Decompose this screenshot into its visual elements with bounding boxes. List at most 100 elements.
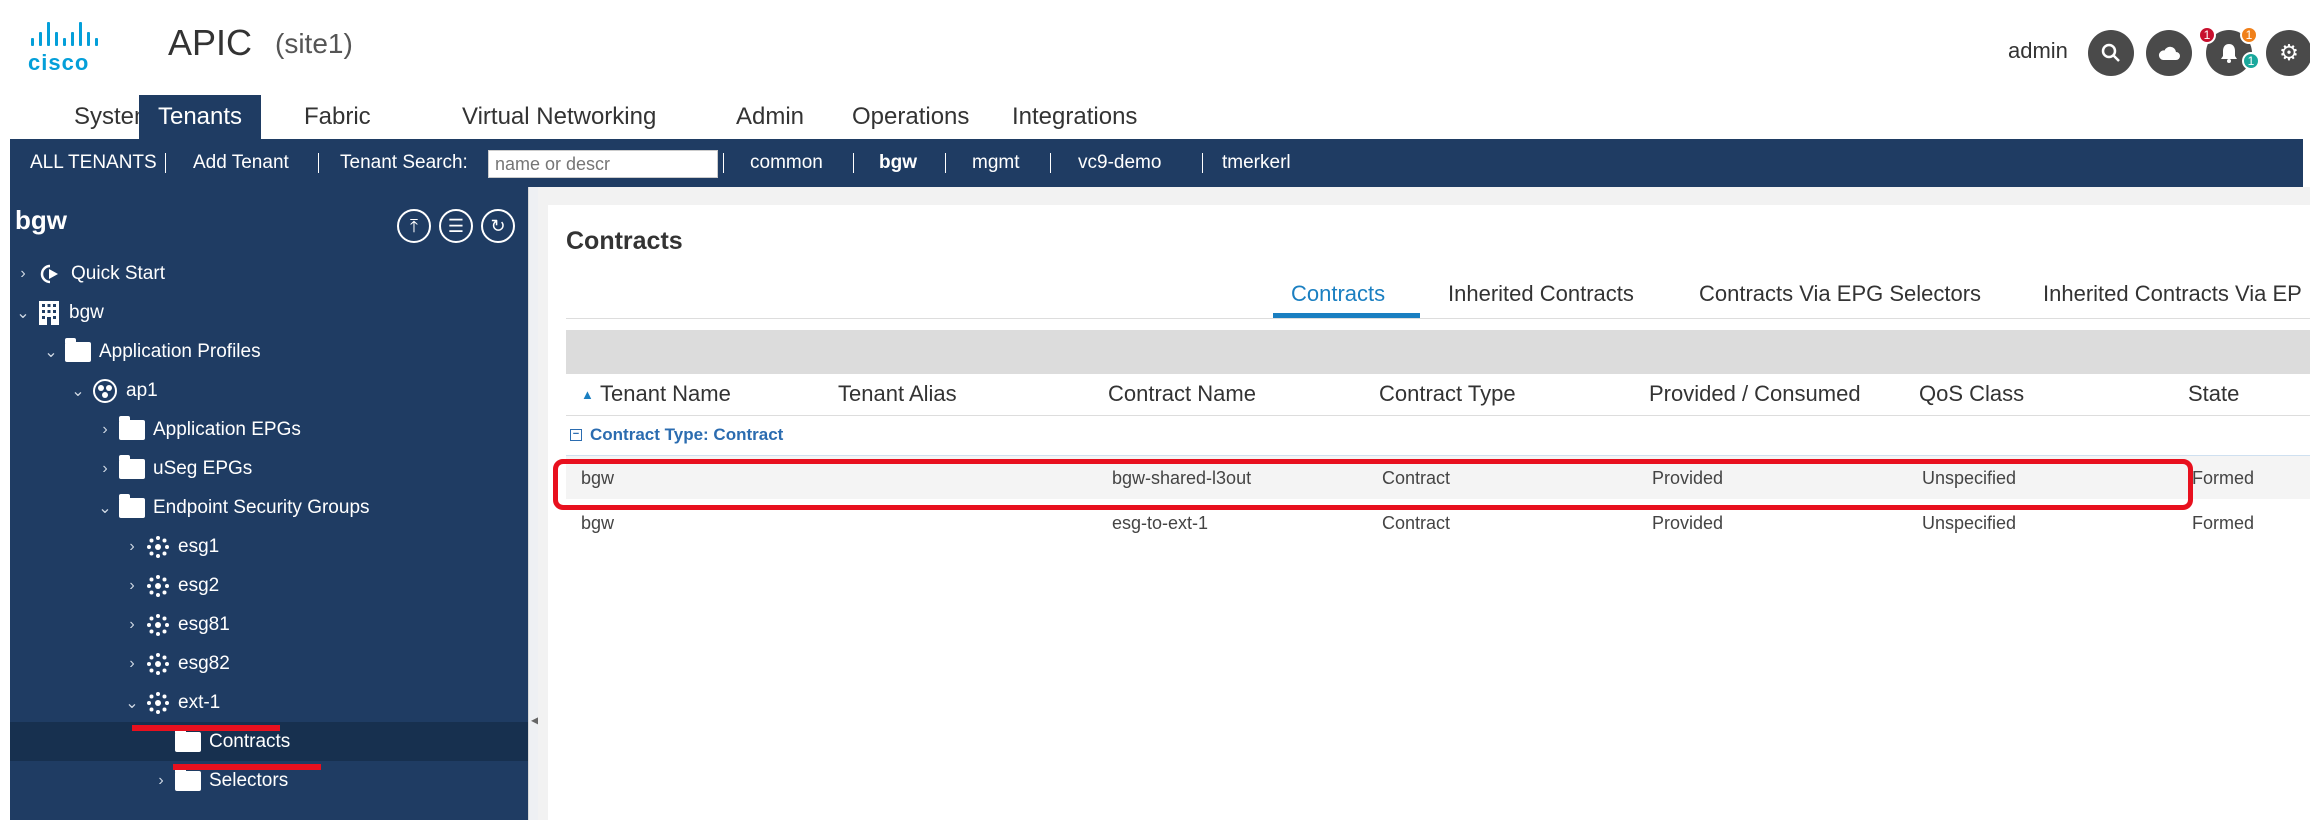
site-name: (site1) (275, 28, 353, 59)
cloud-button[interactable] (2146, 30, 2192, 76)
subnav-divider (1202, 153, 1203, 173)
chevron-down-icon[interactable]: ⌄ (15, 303, 31, 323)
apic-window: cisco APIC (site1) admin 1 1 1 ⚙ System … (0, 0, 2310, 820)
tenant-link-common[interactable]: common (750, 139, 823, 187)
tree-item-esg82[interactable]: › esg82 (10, 644, 528, 683)
tab-contracts-via-epg-selectors[interactable]: Contracts Via EPG Selectors (1699, 281, 1981, 307)
column-header-tenant-alias[interactable]: Tenant Alias (838, 381, 957, 407)
tree-item-esg81[interactable]: › esg81 (10, 605, 528, 644)
warning-count-badge: 1 (2240, 26, 2258, 44)
column-header-provided-consumed[interactable]: Provided / Consumed (1649, 381, 1861, 407)
cell-state: Formed (2192, 468, 2255, 488)
tree-item-ext-1[interactable]: ⌄ ext-1 (10, 683, 528, 722)
sidebar-action-button[interactable]: ☰ (439, 209, 473, 243)
collapse-group-icon[interactable]: − (570, 429, 582, 441)
cisco-logo-text: cisco (28, 50, 90, 75)
info-count-badge: 1 (2242, 52, 2260, 70)
tab-operations[interactable]: Operations (834, 95, 987, 139)
column-header-qos-class[interactable]: QoS Class (1919, 381, 2024, 407)
tab-inherited-contracts-via-epg[interactable]: Inherited Contracts Via EP (2043, 281, 2302, 307)
esg-icon (146, 574, 170, 598)
tabs-divider (566, 318, 2310, 319)
chevron-right-icon[interactable]: › (124, 616, 140, 634)
cloud-icon (2158, 46, 2180, 60)
tenant-link-vc9-demo[interactable]: vc9-demo (1078, 139, 1161, 187)
tenant-subnav: ALL TENANTS Add Tenant Tenant Search: co… (10, 139, 2303, 187)
tab-contracts[interactable]: Contracts (1291, 281, 1385, 307)
main-nav: System Tenants Fabric Virtual Networking… (0, 95, 2310, 139)
folder-icon (119, 454, 145, 479)
tree-item-label: esg82 (178, 652, 230, 674)
tree-item-useg-epgs[interactable]: › uSeg EPGs (10, 449, 528, 488)
sidebar-action-button[interactable]: ↻ (481, 209, 515, 243)
chevron-right-icon[interactable]: › (97, 460, 113, 478)
tree-item-quick-start[interactable]: › Quick Start (10, 254, 528, 293)
tab-integrations[interactable]: Integrations (994, 95, 1155, 139)
tree-item-esg2[interactable]: › esg2 (10, 566, 528, 605)
tree-item-label: esg2 (178, 574, 220, 596)
column-header-tenant-name[interactable]: Tenant Name (600, 381, 731, 407)
tenant-link-bgw[interactable]: bgw (879, 139, 917, 187)
tab-virtual-networking[interactable]: Virtual Networking (444, 95, 674, 139)
annotation-highlight-box (553, 459, 2193, 510)
page-title: Contracts (566, 227, 683, 255)
column-header-contract-name[interactable]: Contract Name (1108, 381, 1256, 407)
tree-item-label: Endpoint Security Groups (153, 496, 370, 518)
tenant-link-tmerkerl[interactable]: tmerkerl (1222, 139, 1291, 187)
tree-item-application-epgs[interactable]: › Application EPGs (10, 410, 528, 449)
chevron-down-icon[interactable]: ⌄ (43, 342, 59, 362)
tree-item-endpoint-security-groups[interactable]: ⌄ Endpoint Security Groups (10, 488, 528, 527)
tree-item-label: Selectors (209, 769, 289, 791)
folder-icon (65, 337, 91, 362)
chevron-right-icon[interactable]: › (124, 655, 140, 673)
cell-tenant-name: bgw (581, 513, 615, 533)
chevron-down-icon[interactable]: ⌄ (124, 693, 140, 713)
chevron-right-icon[interactable]: › (15, 265, 31, 283)
sidebar-action-button[interactable]: ⤒ (397, 209, 431, 243)
tree-item-label: esg81 (178, 613, 230, 635)
tab-fabric[interactable]: Fabric (286, 95, 389, 139)
chevron-right-icon[interactable]: › (124, 538, 140, 556)
top-header: cisco APIC (site1) admin 1 1 1 ⚙ (0, 0, 2310, 95)
column-header-state[interactable]: State (2188, 381, 2239, 407)
tree-item-label: Application EPGs (153, 418, 301, 440)
tree-item-esg1[interactable]: › esg1 (10, 527, 528, 566)
search-button[interactable] (2088, 30, 2134, 76)
sidebar-splitter[interactable]: ◀ (528, 187, 540, 820)
chevron-right-icon[interactable]: › (153, 772, 169, 790)
tenant-search-input[interactable] (488, 150, 718, 178)
tab-tenants[interactable]: Tenants (139, 95, 261, 139)
tree-item-label: ext-1 (178, 691, 221, 713)
chevron-right-icon[interactable]: › (97, 421, 113, 439)
navigation-sidebar: bgw ⤒ ☰ ↻ › Quick Start ⌄ bgw ⌄ Applicat… (10, 187, 528, 820)
tree-item-label: ap1 (126, 379, 158, 401)
sort-ascending-icon[interactable]: ▲ (581, 387, 594, 402)
quick-start-icon (37, 263, 63, 285)
tree-item-application-profiles[interactable]: ⌄ Application Profiles (10, 332, 528, 371)
add-tenant-link[interactable]: Add Tenant (193, 139, 289, 187)
subnav-divider (1050, 153, 1051, 173)
contracts-panel: Contracts Contracts Inherited Contracts … (548, 205, 2310, 820)
all-tenants-link[interactable]: ALL TENANTS (30, 139, 157, 187)
folder-icon (119, 415, 145, 440)
chevron-down-icon[interactable]: ⌄ (97, 498, 113, 518)
settings-button[interactable]: ⚙ (2266, 30, 2310, 76)
critical-count-badge: 1 (2198, 26, 2216, 44)
tree-item-label: bgw (69, 301, 104, 323)
folder-icon (175, 727, 201, 752)
cisco-logo[interactable]: cisco (28, 22, 108, 75)
group-header[interactable]: − Contract Type: Contract (570, 425, 783, 445)
search-icon (2101, 43, 2120, 62)
tab-inherited-contracts[interactable]: Inherited Contracts (1448, 281, 1634, 307)
chevron-right-icon[interactable]: › (124, 577, 140, 595)
cell-contract-type: Contract (1382, 513, 1451, 533)
chevron-down-icon[interactable]: ⌄ (70, 381, 86, 401)
tab-admin[interactable]: Admin (718, 95, 822, 139)
tree-item-bgw[interactable]: ⌄ bgw (10, 293, 528, 332)
column-header-contract-type[interactable]: Contract Type (1379, 381, 1516, 407)
tree-item-label: Contracts (209, 730, 291, 752)
tree-item-label: esg1 (178, 535, 220, 557)
user-menu[interactable]: admin (2008, 38, 2068, 64)
tree-item-ap1[interactable]: ⌄ ap1 (10, 371, 528, 410)
tenant-link-mgmt[interactable]: mgmt (972, 139, 1020, 187)
